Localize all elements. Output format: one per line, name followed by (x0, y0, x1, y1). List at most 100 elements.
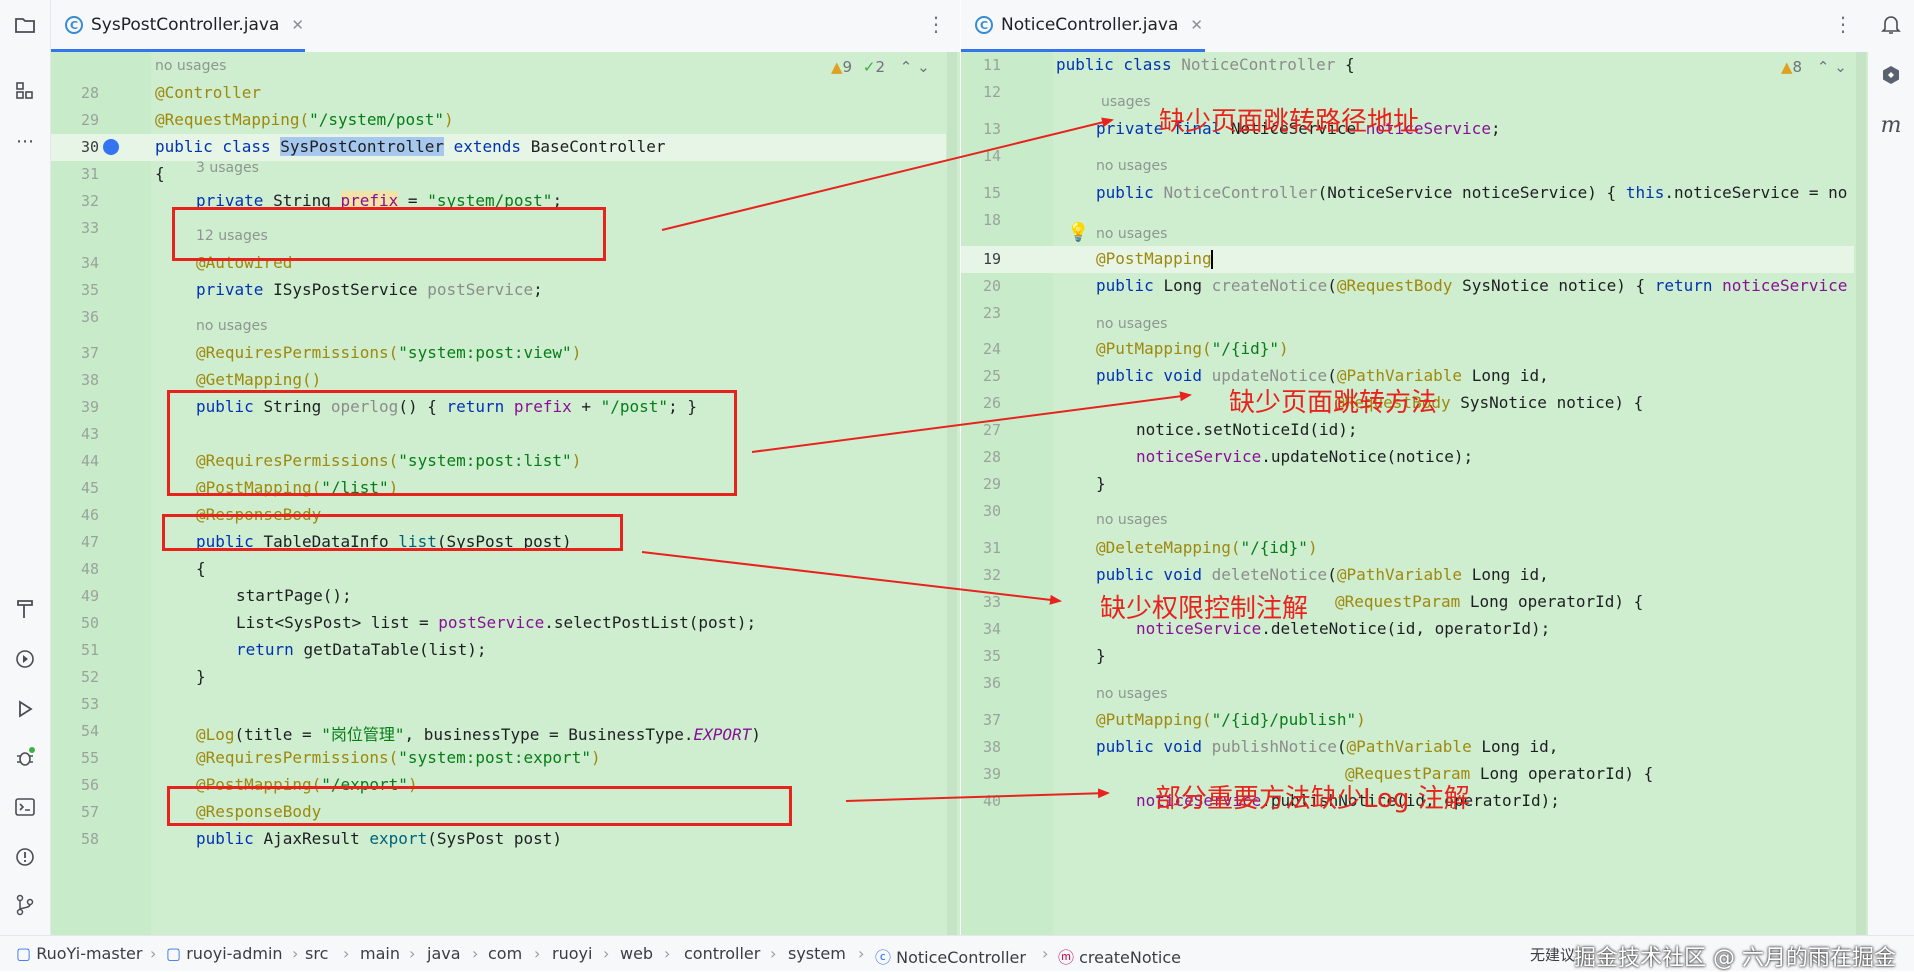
debug-icon[interactable] (12, 744, 38, 770)
structure-icon[interactable] (12, 78, 38, 104)
code-line: 48 { (80, 559, 206, 578)
left-tab-bar: C SysPostController.java ✕ ⋮ (51, 0, 960, 53)
code-line: 11 public class NoticeController { (982, 55, 1355, 74)
terminal-icon[interactable] (12, 794, 38, 820)
tab-syspostcontroller[interactable]: C SysPostController.java ✕ (51, 0, 320, 50)
chevron-right-icon: › (292, 944, 299, 963)
breadcrumb-item[interactable]: web (620, 944, 653, 963)
usage-hint: no usages (1096, 158, 1168, 174)
usage-hint: no usages (1096, 316, 1168, 332)
annotation-box-permissions (162, 514, 623, 551)
more-tools-icon[interactable]: ⋯ (12, 128, 38, 154)
close-icon[interactable]: ✕ (1190, 16, 1203, 34)
tab-title: NoticeController.java (1001, 15, 1179, 35)
left-tool-strip: ⋯ (0, 0, 51, 935)
code-line: 15 public NoticeController(NoticeService… (982, 183, 1848, 202)
project-folder-icon[interactable] (12, 12, 38, 38)
breadcrumb-item[interactable]: ⓒ NoticeController (875, 944, 1026, 968)
usage-hint: no usages (196, 318, 268, 334)
watermark: 掘金技术社区 @ 六月的雨在掘金 (1574, 946, 1896, 971)
usage-hint: no usages (1096, 686, 1168, 702)
text-caret (1211, 250, 1213, 269)
breadcrumb-item[interactable]: main (360, 944, 400, 963)
maven-icon[interactable]: m (1878, 112, 1904, 138)
chevron-right-icon: › (472, 944, 479, 963)
annotation-note-4: 部分重要方法缺少Log 注解 (1155, 784, 1470, 814)
left-inspection-widget[interactable]: ▲9 ✓2 ⌃ ⌄ (831, 58, 930, 76)
kebab-menu-icon[interactable]: ⋮ (926, 12, 946, 36)
annotation-note-1: 缺少页面跳转路径地址 (1159, 107, 1420, 137)
usage-hint: no usages (1096, 512, 1168, 528)
code-line: 29 @RequestMapping("/system/post") (80, 110, 454, 129)
java-class-icon: C (975, 16, 993, 34)
code-line: 27 notice.setNoticeId(id); (982, 420, 1358, 439)
problems-icon[interactable] (12, 844, 38, 870)
breadcrumb-item[interactable]: system (788, 944, 846, 963)
code-line: 37 @RequiresPermissions("system:post:vie… (80, 343, 582, 362)
tab-title: SysPostController.java (91, 15, 280, 35)
usage-hint: usages (1101, 94, 1151, 110)
services-icon[interactable] (12, 646, 38, 672)
code-line: 29 } (982, 474, 1106, 493)
code-line: 58 public AjaxResult export(SysPost post… (80, 829, 563, 848)
code-line: 34 noticeService.deleteNotice(id, operat… (982, 619, 1551, 638)
notifications-bell-icon[interactable] (1878, 12, 1904, 38)
chevron-right-icon: › (858, 944, 865, 963)
chevron-right-icon: › (409, 944, 416, 963)
annotation-box-operlog (167, 390, 737, 496)
breadcrumb-item[interactable]: ▢ ruoyi-admin (166, 944, 283, 963)
code-line: 35 } (982, 646, 1106, 665)
run-icon[interactable] (12, 696, 38, 722)
annotation-note-3: 缺少权限控制注解 (1100, 594, 1309, 624)
breadcrumb: ▢ RuoYi-master › ▢ ruoyi-admin › src › m… (0, 935, 1914, 971)
code-line: 20 public Long createNotice(@RequestBody… (982, 276, 1848, 295)
breadcrumb-item[interactable]: controller (684, 944, 760, 963)
code-line: 28 @Controller (80, 83, 261, 102)
code-line: 24 @PutMapping("/{id}") (982, 339, 1289, 358)
usage-hint: no usages (155, 58, 227, 74)
annotation-box-log (167, 786, 792, 826)
chevron-right-icon: › (150, 944, 157, 963)
code-line-current: 19 @PostMapping (961, 246, 1854, 273)
code-line: 31 { (80, 164, 165, 183)
close-icon[interactable]: ✕ (291, 16, 304, 34)
code-line: 35 private ISysPostService postService; (80, 280, 543, 299)
breadcrumb-item[interactable]: com (488, 944, 522, 963)
code-line: 36 (80, 308, 99, 326)
usage-hint: 3 usages (196, 160, 259, 176)
chevron-right-icon: › (534, 944, 541, 963)
implementation-marker-icon[interactable] (103, 139, 119, 155)
chevron-right-icon: › (603, 944, 610, 963)
java-class-icon: C (65, 16, 83, 34)
code-line: 49 startPage(); (80, 586, 352, 605)
ai-assistant-icon[interactable] (1878, 62, 1904, 88)
code-line: 51 return getDataTable(list); (80, 640, 487, 659)
build-hammer-icon[interactable] (12, 596, 38, 622)
breadcrumb-item[interactable]: src (305, 944, 328, 963)
right-tab-bar: C NoticeController.java ✕ ⋮ (961, 0, 1868, 53)
ime-status: 无建议 (1530, 946, 1576, 964)
annotation-note-2: 缺少页面跳转方法 (1229, 388, 1438, 418)
git-icon[interactable] (12, 892, 38, 918)
code-line: 50 List<SysPost> list = postService.sele… (80, 613, 757, 632)
code-line: 54 @Log(title = "岗位管理", businessType = B… (80, 722, 761, 744)
breadcrumb-item[interactable]: ▢ RuoYi-master (16, 944, 142, 963)
kebab-menu-icon[interactable]: ⋮ (1833, 12, 1853, 36)
breadcrumb-item[interactable]: ruoyi (552, 944, 592, 963)
code-line: 55 @RequiresPermissions("system:post:exp… (80, 748, 601, 767)
breadcrumb-item[interactable]: ⓜ createNotice (1058, 944, 1181, 968)
code-line: 32 public void deleteNotice(@PathVariabl… (982, 565, 1549, 584)
chevron-right-icon: › (770, 944, 777, 963)
code-line: 52 } (80, 667, 206, 686)
code-line: 38 public void publishNotice(@PathVariab… (982, 737, 1559, 756)
breadcrumb-item[interactable]: java (427, 944, 461, 963)
lightbulb-icon[interactable]: 💡 (1067, 222, 1089, 243)
chevron-right-icon: › (343, 944, 350, 963)
code-line: 53 (80, 695, 99, 713)
code-line-current: 30 public class SysPostController extend… (51, 134, 946, 161)
usage-hint: no usages (1096, 226, 1168, 242)
chevron-right-icon: › (1042, 944, 1049, 963)
code-line: 31 @DeleteMapping("/{id}") (982, 538, 1318, 557)
tab-noticecontroller[interactable]: C NoticeController.java ✕ (961, 0, 1219, 50)
right-tool-strip: m (1867, 0, 1914, 935)
